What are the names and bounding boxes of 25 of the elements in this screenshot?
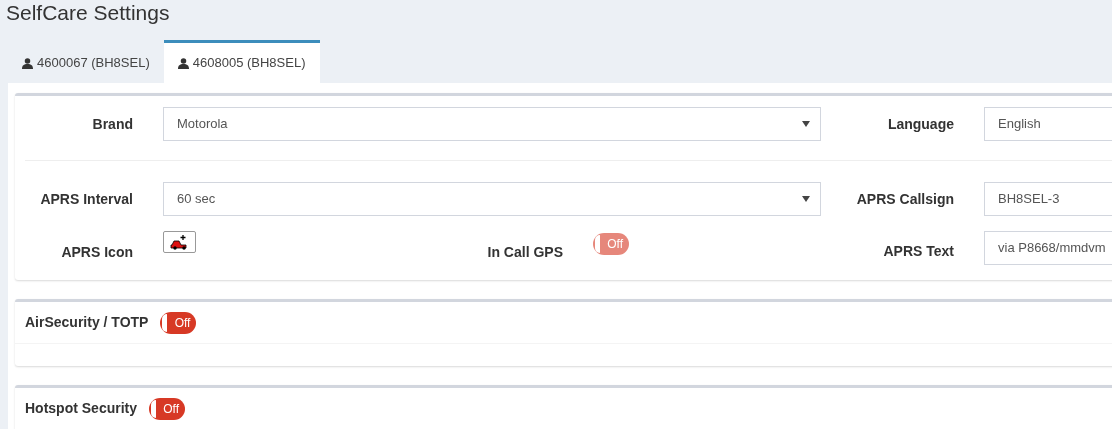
- toggle-switch[interactable]: Off: [160, 311, 197, 334]
- field-label: Language: [887, 116, 954, 132]
- select-field[interactable]: 60 sec: [163, 182, 821, 216]
- section-title: AirSecurity / TOTP: [25, 313, 149, 332]
- field-label: In Call GPS: [487, 244, 563, 260]
- input-field[interactable]: via P8668/mmdvm: [984, 231, 1112, 265]
- user-icon: [177, 57, 189, 69]
- caret-icon: [802, 196, 810, 202]
- field-label: APRS Interval: [40, 191, 133, 207]
- aprs-icon-button[interactable]: [163, 231, 196, 253]
- account-tab[interactable]: 4608005 (BH8SEL): [163, 40, 320, 83]
- field-label: APRS Callsign: [856, 191, 954, 207]
- toggle-switch[interactable]: Off: [149, 397, 185, 420]
- page-title: SelfCare Settings: [5, 0, 171, 26]
- car-icon: [169, 234, 190, 250]
- input-field[interactable]: BH8SEL-3: [984, 182, 1112, 216]
- caret-icon: [802, 121, 810, 127]
- select-field[interactable]: Motorola: [163, 107, 821, 141]
- field-label: Brand: [92, 116, 133, 132]
- input-field[interactable]: English: [984, 107, 1112, 141]
- field-label: APRS Icon: [61, 244, 133, 260]
- field-label: APRS Text: [883, 243, 954, 259]
- user-icon: [22, 57, 33, 69]
- account-tab[interactable]: 4600067 (BH8SEL): [8, 40, 164, 83]
- section-title: Hotspot Security: [25, 399, 137, 418]
